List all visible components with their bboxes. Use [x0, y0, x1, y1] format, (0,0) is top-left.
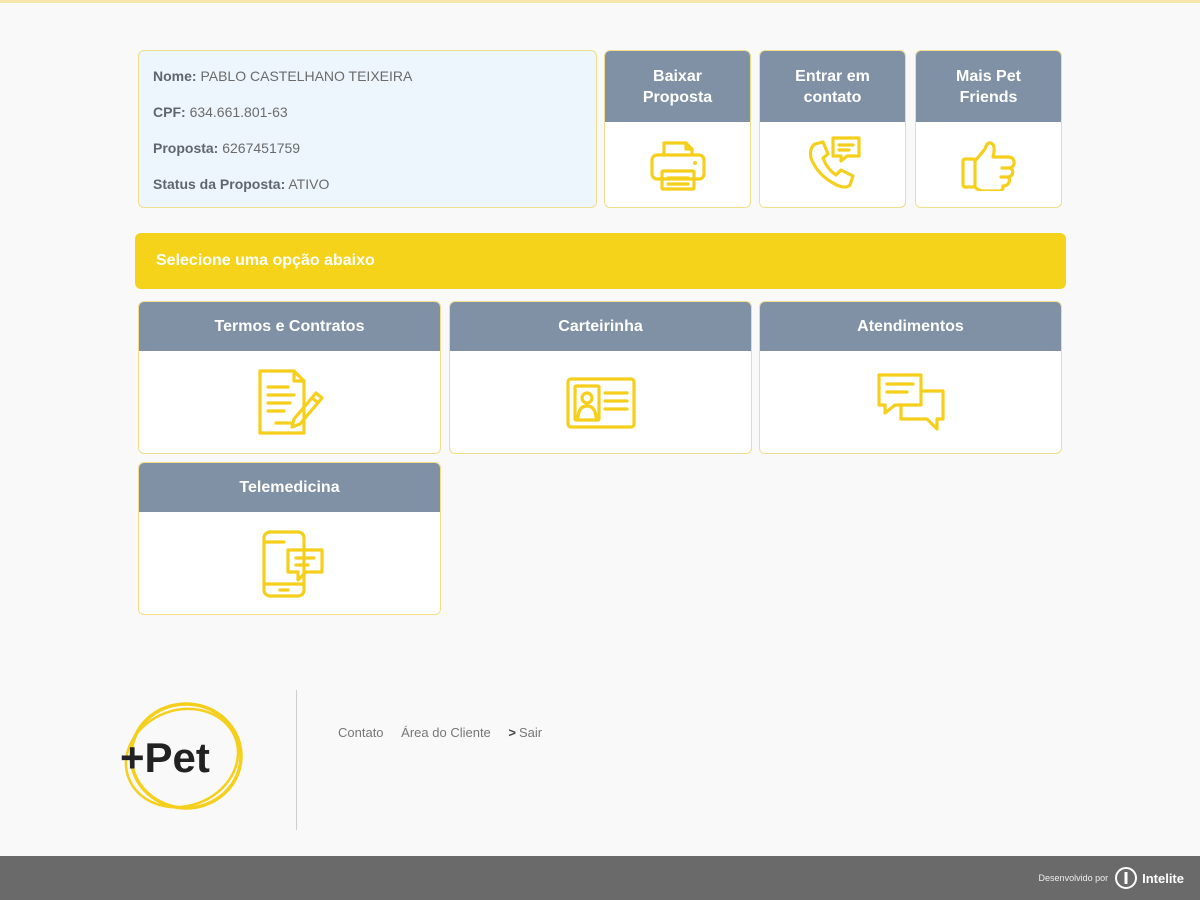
proposal-row: Proposta: 6267451759: [153, 139, 582, 175]
atendimentos-label: Atendimentos: [760, 302, 1061, 351]
name-row: Nome: PABLO CASTELHANO TEIXEIRA: [153, 67, 582, 103]
terms-contracts-card[interactable]: Termos e Contratos: [138, 301, 441, 454]
chevron-right-icon: >: [508, 725, 517, 740]
pet-friends-label: Mais Pet Friends: [916, 51, 1061, 122]
footer-link-contato[interactable]: Contato: [338, 725, 384, 740]
top-strip: [0, 0, 1200, 3]
developer-name: Intelite: [1142, 870, 1184, 886]
status-value: ATIVO: [288, 176, 330, 192]
thumbs-up-icon: [960, 141, 1016, 191]
proposal-value: 6267451759: [222, 140, 301, 156]
printer-icon: [649, 141, 706, 191]
name-label: Nome:: [153, 68, 197, 84]
footer-links: Contato Área do Cliente > Sair: [338, 725, 556, 740]
bottom-bar: Desenvolvido por Intelite: [0, 856, 1200, 900]
cpf-label: CPF:: [153, 104, 186, 120]
footer-link-area-cliente[interactable]: Área do Cliente: [401, 725, 491, 740]
chat-bubbles-icon: [876, 372, 945, 431]
name-value: PABLO CASTELHANO TEIXEIRA: [200, 68, 413, 84]
status-label: Status da Proposta:: [153, 176, 286, 192]
footer-divider: [296, 690, 297, 830]
download-proposal-label: Baixar Proposta: [605, 51, 750, 122]
carteirinha-label: Carteirinha: [450, 302, 751, 351]
phone-message-icon: [261, 529, 324, 598]
cpf-row: CPF: 634.661.801-63: [153, 103, 582, 139]
telemedicina-card[interactable]: Telemedicina: [138, 462, 441, 615]
developer-credit: Desenvolvido por Intelite: [1039, 866, 1184, 890]
phone-chat-icon: [808, 136, 861, 189]
card-carteirinha[interactable]: Carteirinha: [449, 301, 752, 454]
telemedicina-label: Telemedicina: [139, 463, 440, 512]
id-card-icon: [565, 376, 636, 429]
footer-link-sair[interactable]: > Sair: [508, 725, 542, 740]
cpf-value: 634.661.801-63: [189, 104, 288, 120]
terms-contracts-label: Termos e Contratos: [139, 302, 440, 351]
document-pen-icon: [257, 368, 324, 435]
select-option-banner: Selecione uma opção abaixo: [135, 233, 1066, 289]
proposal-label: Proposta:: [153, 140, 219, 156]
download-proposal-button[interactable]: Baixar Proposta: [604, 50, 751, 208]
pet-logo: +Pet: [118, 700, 248, 816]
contact-label: Entrar em contato: [760, 51, 905, 122]
status-row: Status da Proposta: ATIVO: [153, 175, 582, 211]
logo-text: +Pet: [120, 734, 210, 781]
proposal-info-card: Nome: PABLO CASTELHANO TEIXEIRA CPF: 634…: [138, 50, 597, 208]
intelite-logo-icon: [1115, 867, 1138, 889]
sair-label: Sair: [519, 725, 543, 740]
contact-button[interactable]: Entrar em contato: [759, 50, 906, 208]
atendimentos-card[interactable]: Atendimentos: [759, 301, 1062, 454]
developed-by-text: Desenvolvido por: [1038, 873, 1109, 883]
pet-friends-button[interactable]: Mais Pet Friends: [915, 50, 1062, 208]
